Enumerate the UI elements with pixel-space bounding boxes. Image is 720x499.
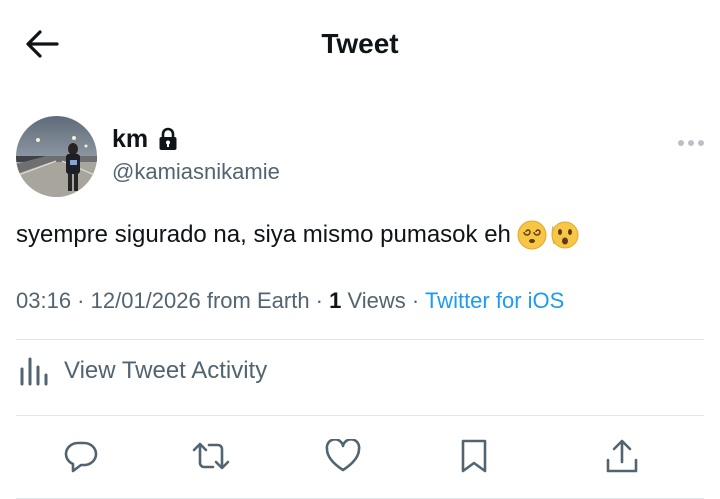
- tweet-text: syempre sigurado na, siya mismo pumasok …: [16, 218, 579, 252]
- lock-icon: [159, 127, 177, 150]
- retweet-button[interactable]: [191, 436, 231, 476]
- heart-icon: [325, 439, 361, 472]
- reply-icon: [64, 441, 98, 473]
- views-label: Views: [347, 288, 406, 313]
- bookmark-button[interactable]: [454, 436, 494, 476]
- bar-chart-icon: [20, 357, 48, 386]
- separator: ·: [309, 288, 330, 313]
- dot: [688, 140, 694, 146]
- divider: [16, 339, 704, 340]
- view-tweet-activity-button[interactable]: View Tweet Activity: [16, 355, 267, 387]
- tweet-meta: 03:16 · 12/01/2026 from Earth · 1 Views …: [16, 286, 564, 316]
- dot: [678, 140, 684, 146]
- views-count: 1: [329, 288, 342, 313]
- separator: ·: [71, 288, 91, 313]
- avatar[interactable]: [16, 116, 97, 197]
- astonished-face-emoji: [551, 221, 579, 249]
- header: Tweet: [0, 0, 720, 90]
- author-handle[interactable]: @kamiasnikamie: [112, 158, 280, 186]
- page-title: Tweet: [321, 28, 399, 59]
- share-button[interactable]: [602, 436, 642, 476]
- tweet-source-link[interactable]: Twitter for iOS: [425, 288, 564, 313]
- tweet-time: 03:16: [16, 288, 72, 313]
- dizzy-face-emoji: [517, 220, 547, 250]
- retweet-icon: [192, 442, 230, 470]
- tweet-location: from Earth: [206, 288, 310, 313]
- dot: [698, 140, 704, 146]
- reply-button[interactable]: [61, 436, 101, 476]
- author-name-row: km: [112, 123, 178, 155]
- author-name[interactable]: km: [112, 123, 148, 155]
- tweet-body: syempre sigurado na, siya mismo pumasok …: [16, 221, 511, 248]
- tweet-date: 12/01/2026: [90, 288, 201, 313]
- more-options-icon[interactable]: [678, 135, 710, 151]
- separator: ·: [405, 288, 425, 313]
- divider: [16, 415, 704, 416]
- share-icon: [606, 439, 638, 473]
- bookmark-icon: [461, 439, 487, 473]
- view-tweet-activity-label: View Tweet Activity: [64, 357, 268, 384]
- like-button[interactable]: [323, 436, 363, 476]
- avatar-photo: [16, 116, 97, 197]
